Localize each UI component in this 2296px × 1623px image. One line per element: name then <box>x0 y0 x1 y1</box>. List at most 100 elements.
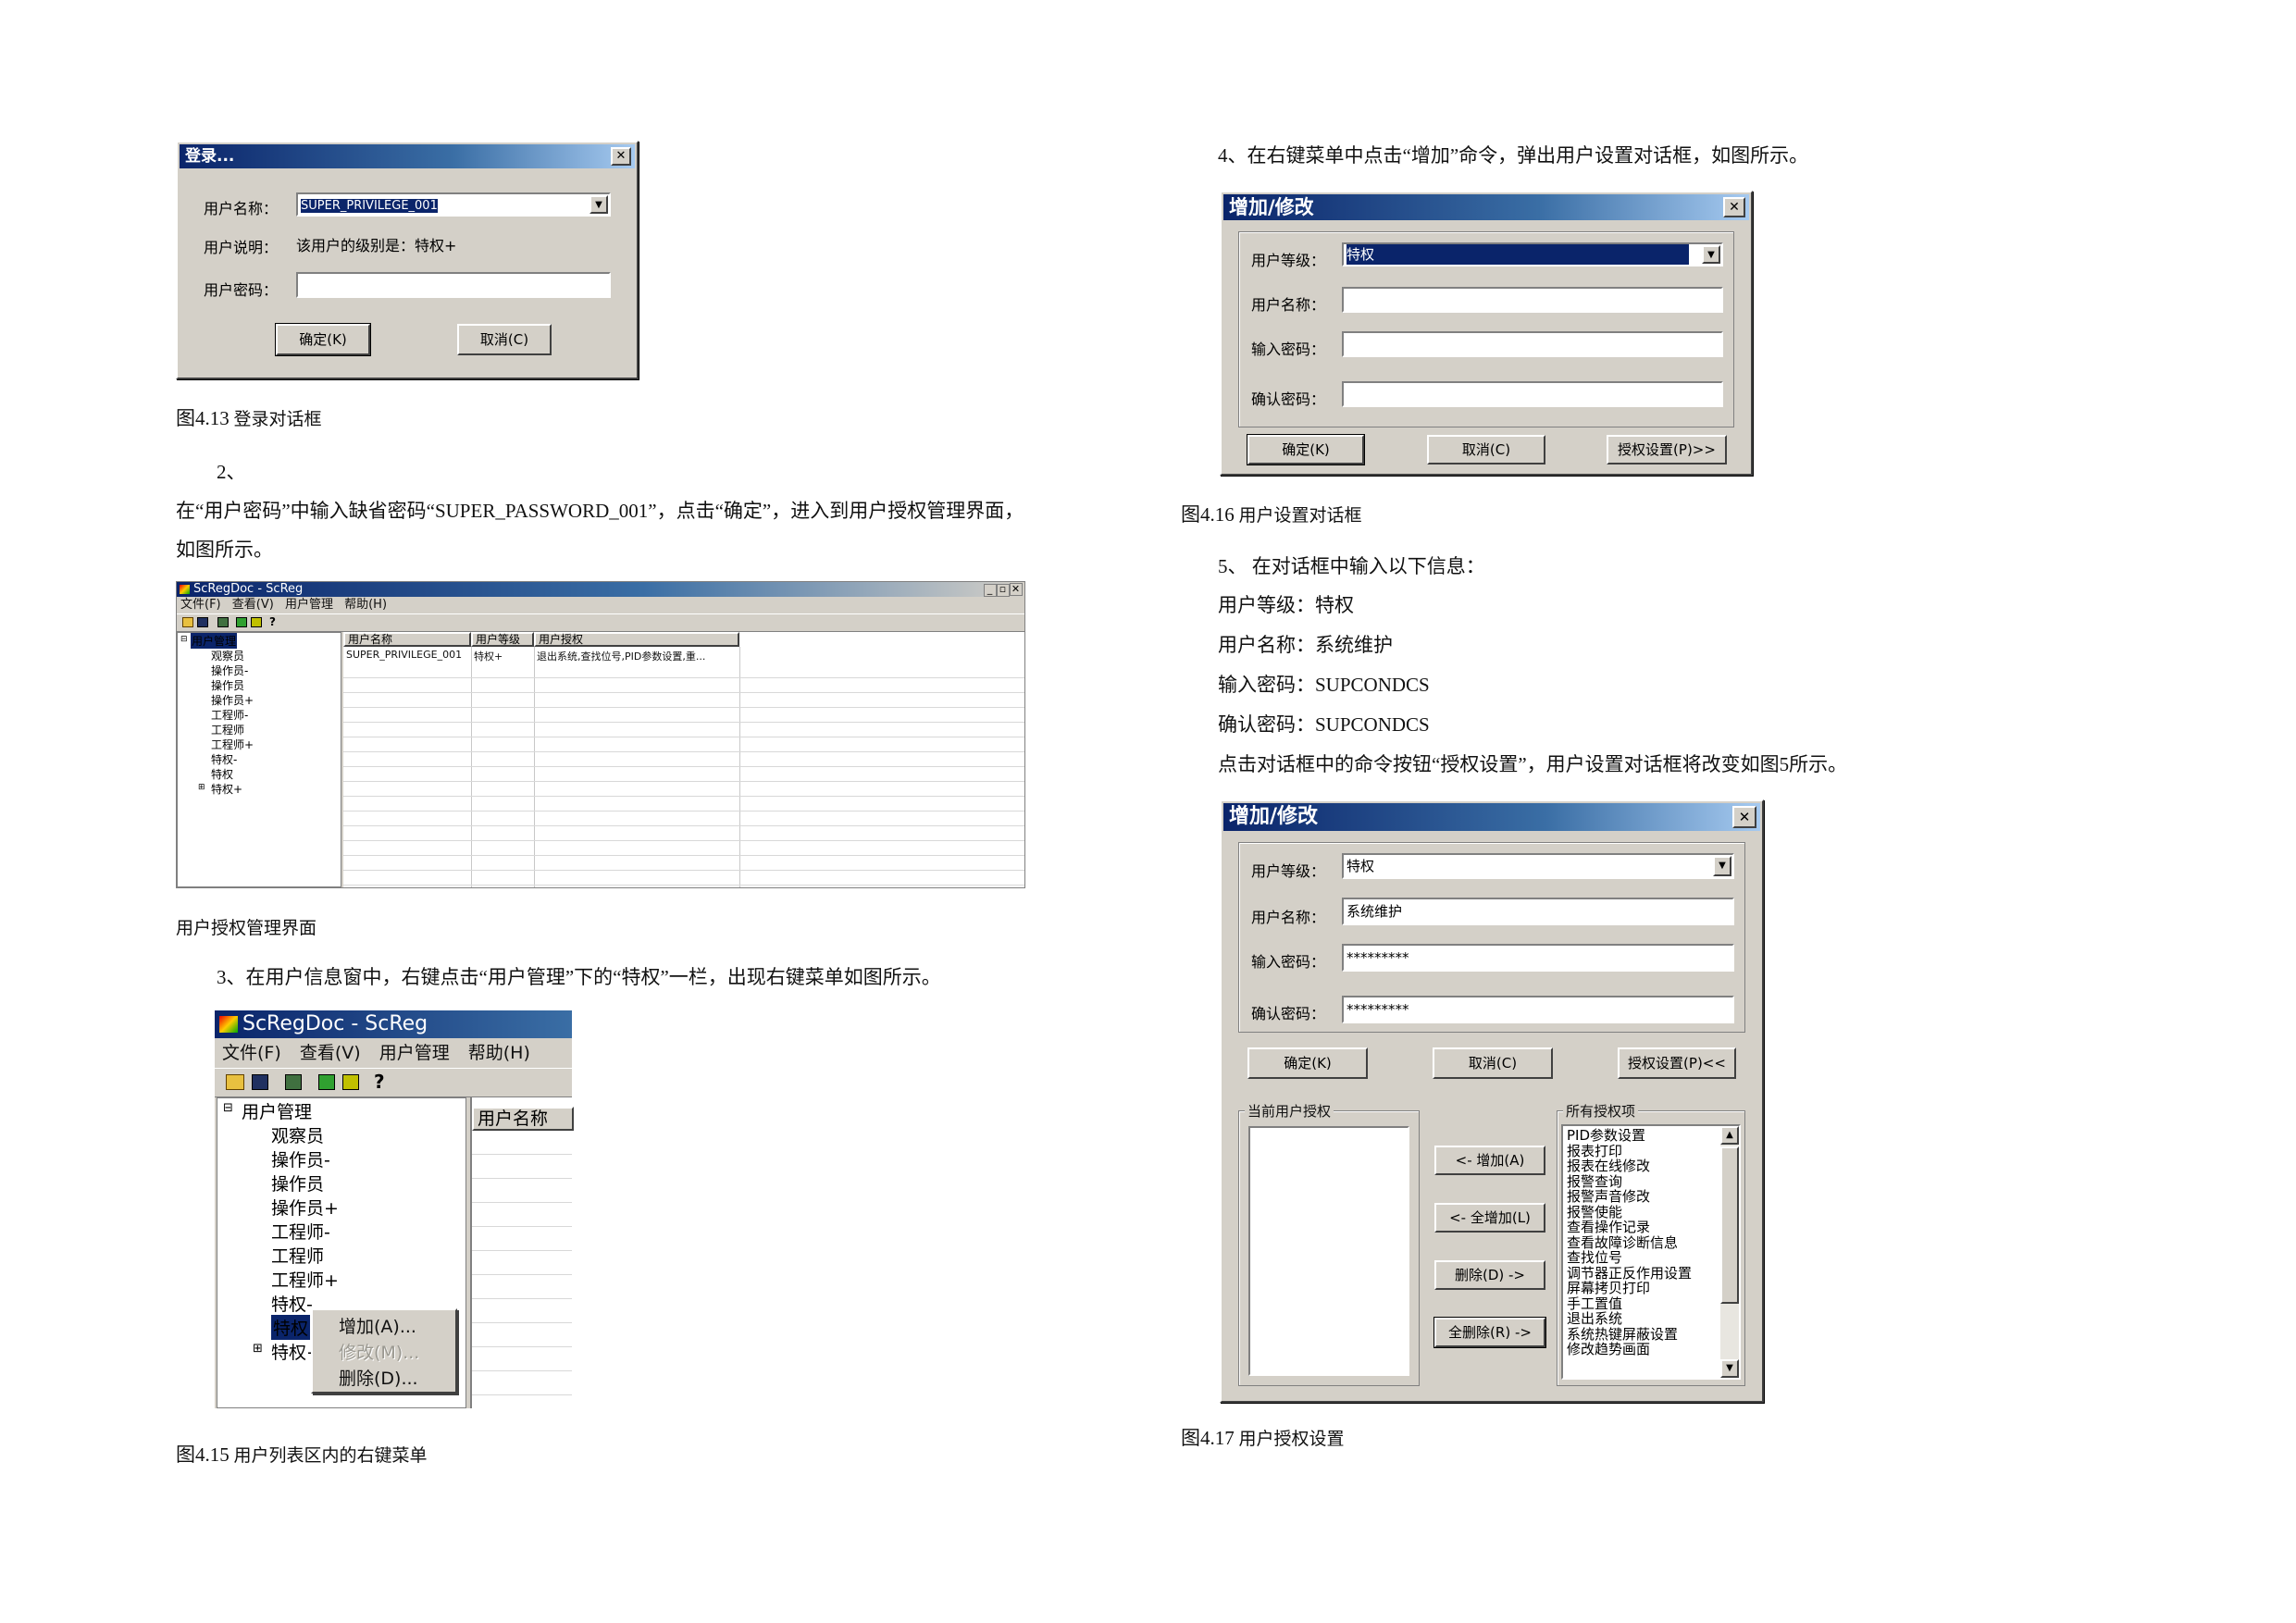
tree-expander-icon[interactable]: ⊞ <box>253 1342 263 1356</box>
menu-item-add[interactable]: 增加(A)... <box>339 1313 416 1338</box>
tree-item[interactable]: 工程师 <box>211 722 244 737</box>
tree-root[interactable]: 用户管理 <box>191 633 238 649</box>
tree-item[interactable]: 操作员+ <box>211 692 254 708</box>
remove-all-button[interactable]: 全删除(R) -> <box>1433 1317 1546 1348</box>
tree-item[interactable]: 操作员+ <box>271 1195 339 1220</box>
save-icon[interactable] <box>252 1074 268 1090</box>
confirm-input[interactable]: ********* <box>1342 996 1734 1023</box>
list-item[interactable]: 报警使能 <box>1567 1204 1717 1220</box>
list-item[interactable]: 查看操作记录 <box>1567 1220 1717 1235</box>
tree-expander-icon[interactable]: ⊟ <box>223 1101 233 1115</box>
close-icon[interactable]: ✕ <box>1732 806 1756 828</box>
list-item[interactable]: 报表打印 <box>1567 1143 1717 1159</box>
tree-item[interactable]: 操作员- <box>271 1146 330 1171</box>
save-icon[interactable] <box>197 617 208 627</box>
tree-item[interactable]: 特权- <box>271 1291 313 1316</box>
tree-item[interactable]: 工程师+ <box>211 737 254 752</box>
column-header-level[interactable]: 用户等级 <box>471 632 534 647</box>
ok-button[interactable]: 确定(K) <box>275 323 371 356</box>
list-item[interactable]: 调节器正反作用设置 <box>1567 1265 1717 1282</box>
open-icon[interactable] <box>226 1074 244 1090</box>
list-item[interactable]: 系统热键屏蔽设置 <box>1567 1326 1717 1343</box>
password-input[interactable]: ********* <box>1342 944 1734 972</box>
auth-settings-button[interactable]: 授权设置(P)>> <box>1607 435 1727 465</box>
tree-item[interactable]: 观察员 <box>211 648 244 663</box>
close-icon[interactable]: ✕ <box>611 147 631 166</box>
password-input[interactable] <box>1342 331 1723 357</box>
paste-icon[interactable] <box>251 617 262 627</box>
restore-icon[interactable]: ▫ <box>997 584 1010 597</box>
tree-item[interactable]: 操作员 <box>211 677 244 693</box>
menu-item-edit[interactable]: 修改(M)... <box>339 1339 419 1364</box>
cancel-button[interactable]: 取消(C) <box>1433 1047 1553 1079</box>
list-item[interactable]: 报警声音修改 <box>1567 1189 1717 1205</box>
ok-button[interactable]: 确定(K) <box>1247 434 1365 465</box>
list-item[interactable]: 查找位号 <box>1567 1250 1717 1266</box>
copy-icon[interactable] <box>318 1074 335 1090</box>
menu-help[interactable]: 帮助(H) <box>468 1043 530 1063</box>
chevron-down-icon[interactable]: ▼ <box>1702 245 1720 264</box>
confirm-input[interactable] <box>1342 381 1723 407</box>
minimize-icon[interactable]: _ <box>984 584 997 597</box>
tree-item[interactable]: 操作员 <box>271 1171 324 1196</box>
level-combo[interactable]: 特权 ▼ <box>1342 853 1734 879</box>
password-input[interactable] <box>296 272 611 298</box>
tree-expander-icon[interactable]: ⊞ <box>198 783 205 792</box>
list-item[interactable]: 修改趋势画面 <box>1567 1342 1717 1357</box>
all-auth-list[interactable]: PID参数设置 报表打印 报表在线修改 报警查询 报警声音修改 报警使能 查看操作记录 查看故… <box>1561 1124 1741 1380</box>
tree-item[interactable]: 特权+ <box>211 781 242 797</box>
chevron-down-icon[interactable]: ▼ <box>1713 856 1731 876</box>
copy-icon[interactable] <box>236 617 247 627</box>
scroll-up-icon[interactable]: ▲ <box>1720 1126 1739 1145</box>
paste-icon[interactable] <box>342 1074 359 1090</box>
list-item[interactable]: 屏幕拷贝打印 <box>1567 1281 1717 1296</box>
menu-user[interactable]: 用户管理 <box>285 598 333 612</box>
tree-item[interactable]: 工程师 <box>271 1243 324 1268</box>
tree-item-selected[interactable]: 特权 <box>271 1315 311 1340</box>
current-auth-list[interactable] <box>1248 1126 1409 1376</box>
menu-file[interactable]: 文件(F) <box>222 1043 281 1063</box>
tree-item[interactable]: 观察员 <box>271 1122 324 1147</box>
list-scrollbar[interactable]: ▲ ▼ <box>1720 1126 1739 1378</box>
list-item[interactable]: 退出系统 <box>1567 1311 1717 1327</box>
print-icon[interactable] <box>285 1074 302 1090</box>
close-icon[interactable]: ✕ <box>1010 583 1023 596</box>
chevron-down-icon[interactable]: ▼ <box>590 195 608 214</box>
list-item[interactable]: 手工置值 <box>1567 1295 1717 1312</box>
cancel-button[interactable]: 取消(C) <box>457 324 552 355</box>
help-icon[interactable]: ? <box>374 1072 389 1092</box>
menu-file[interactable]: 文件(F) <box>180 598 221 612</box>
scroll-down-icon[interactable]: ▼ <box>1720 1359 1739 1378</box>
list-item[interactable]: 查看故障诊断信息 <box>1567 1234 1717 1251</box>
name-input[interactable]: 系统维护 <box>1342 898 1734 925</box>
tree-item[interactable]: 工程师- <box>271 1219 330 1244</box>
auth-settings-button[interactable]: 授权设置(P)<< <box>1618 1047 1736 1079</box>
tree-item[interactable]: 特权- <box>211 751 237 767</box>
column-header-name[interactable]: 用户名称 <box>472 1107 574 1131</box>
scroll-thumb[interactable] <box>1720 1146 1739 1304</box>
tree-expander-icon[interactable]: ⊟ <box>180 635 188 644</box>
remove-button[interactable]: 删除(D) -> <box>1434 1260 1545 1290</box>
tree-root[interactable]: 用户管理 <box>242 1098 312 1123</box>
cancel-button[interactable]: 取消(C) <box>1427 435 1545 465</box>
menu-view[interactable]: 查看(V) <box>300 1043 361 1063</box>
menu-help[interactable]: 帮助(H) <box>344 598 387 612</box>
name-input[interactable] <box>1342 287 1723 313</box>
add-all-button[interactable]: <- 全增加(L) <box>1434 1203 1545 1233</box>
open-icon[interactable] <box>182 617 193 627</box>
help-icon[interactable]: ? <box>269 616 280 628</box>
add-button[interactable]: <- 增加(A) <box>1434 1146 1545 1175</box>
ok-button[interactable]: 确定(K) <box>1247 1047 1368 1079</box>
menu-item-delete[interactable]: 删除(D)... <box>339 1365 418 1390</box>
print-icon[interactable] <box>217 617 229 627</box>
list-item[interactable]: 报表在线修改 <box>1567 1158 1717 1174</box>
tree-item[interactable]: 操作员- <box>211 663 248 678</box>
tree-item[interactable]: 特权 <box>211 766 233 782</box>
level-combo[interactable]: 特权 ▼ <box>1342 242 1723 266</box>
column-header-name[interactable]: 用户名称 <box>343 632 471 647</box>
list-item[interactable]: 报警查询 <box>1567 1173 1717 1190</box>
user-name-combo[interactable]: SUPER_PRIVILEGE_001 ▼ <box>296 192 611 217</box>
close-icon[interactable]: ✕ <box>1723 197 1745 217</box>
menu-user[interactable]: 用户管理 <box>379 1043 450 1063</box>
menu-view[interactable]: 查看(V) <box>232 598 274 612</box>
